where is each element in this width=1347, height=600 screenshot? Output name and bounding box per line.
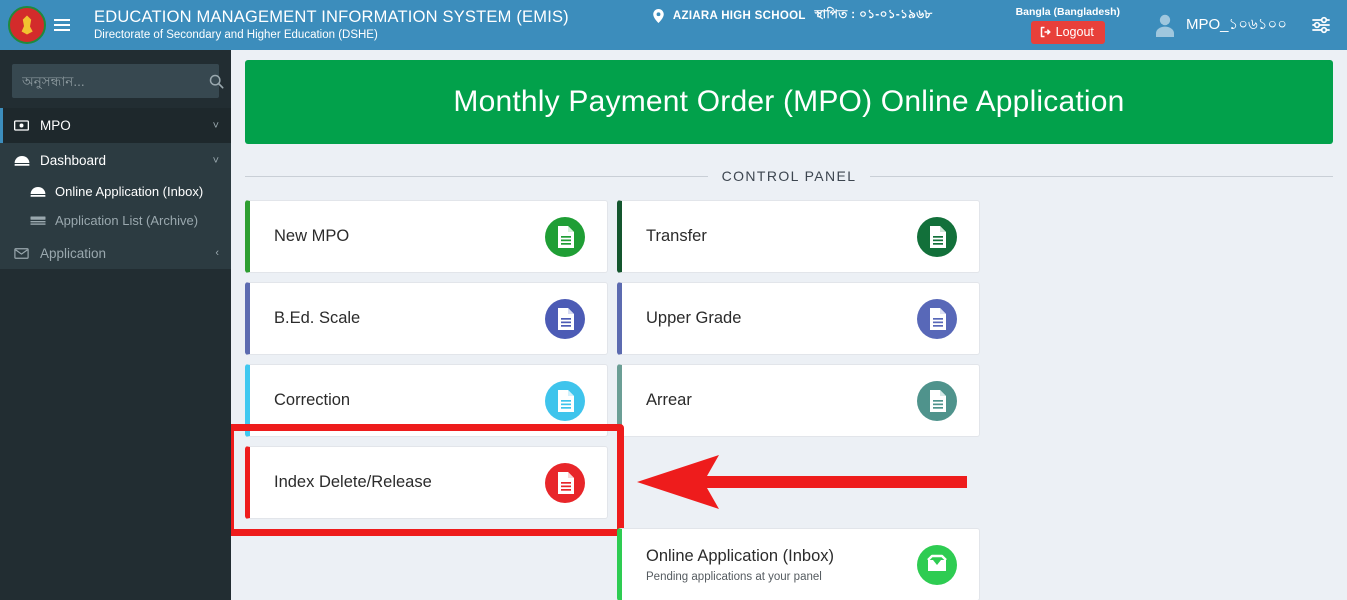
inbox-icon bbox=[916, 544, 958, 586]
card-upper-grade[interactable]: Upper Grade bbox=[617, 282, 980, 355]
card-title: Online Application (Inbox) bbox=[646, 547, 835, 566]
search-input[interactable] bbox=[12, 73, 209, 89]
card-title: Index Delete/Release bbox=[274, 473, 432, 492]
card-transfer[interactable]: Transfer bbox=[617, 200, 980, 273]
bangladesh-government-emblem-icon bbox=[8, 6, 46, 44]
card-arrear[interactable]: Arrear bbox=[617, 364, 980, 437]
document-icon bbox=[544, 216, 586, 258]
logout-icon bbox=[1040, 26, 1051, 38]
control-panel-separator: CONTROL PANEL bbox=[245, 168, 1334, 184]
card-text: Upper Grade bbox=[646, 308, 741, 329]
card-title: Upper Grade bbox=[646, 309, 742, 328]
list-icon bbox=[30, 212, 48, 232]
card-correction[interactable]: Correction bbox=[245, 364, 608, 437]
app-title-block: EDUCATION MANAGEMENT INFORMATION SYSTEM … bbox=[94, 8, 569, 42]
sidebar-item-mpo-label: MPO bbox=[40, 118, 71, 133]
sidebar-subitem-label: Application List (Archive) bbox=[55, 213, 199, 229]
user-name-label: MPO_১০৬১০০ bbox=[1186, 15, 1287, 33]
document-icon bbox=[916, 216, 958, 258]
card-index-delete-release[interactable]: Index Delete/Release bbox=[245, 446, 608, 519]
language-label: Bangla (Bangladesh) bbox=[1015, 6, 1120, 18]
sidebar-search-wrap bbox=[0, 50, 231, 108]
document-icon bbox=[544, 462, 586, 504]
card-bed-scale[interactable]: B.Ed. Scale bbox=[245, 282, 608, 355]
card-subtitle: Pending applications at your panel bbox=[646, 570, 822, 583]
school-established: স্থাপিত : ০১-০১-১৯৬৮ bbox=[814, 7, 933, 21]
avatar-icon bbox=[1156, 14, 1174, 37]
search-icon bbox=[209, 74, 224, 89]
brand-logo bbox=[0, 0, 54, 50]
card-text: Transfer bbox=[646, 226, 707, 247]
hamburger-menu-icon[interactable] bbox=[54, 0, 82, 50]
card-title: B.Ed. Scale bbox=[274, 309, 361, 328]
main-content: Monthly Payment Order (MPO) Online Appli… bbox=[231, 50, 1347, 600]
sidebar-item-online-application-inbox[interactable]: Online Application (Inbox) bbox=[0, 178, 231, 209]
app-title: EDUCATION MANAGEMENT INFORMATION SYSTEM … bbox=[94, 7, 569, 26]
document-icon bbox=[916, 298, 958, 340]
envelope-icon bbox=[14, 248, 31, 259]
search-button[interactable] bbox=[209, 64, 224, 98]
settings-sliders-icon[interactable] bbox=[1311, 15, 1331, 35]
separator-line-left bbox=[245, 175, 708, 177]
logout-label: Logout bbox=[1055, 25, 1094, 39]
sidebar-item-application-list-archive[interactable]: Application List (Archive) bbox=[0, 208, 231, 238]
document-icon bbox=[544, 298, 586, 340]
dashboard-icon bbox=[30, 183, 48, 203]
sidebar-item-application-label: Application bbox=[40, 245, 107, 261]
separator-line-right bbox=[870, 175, 1334, 177]
school-name: AZIARA HIGH SCHOOL bbox=[672, 10, 806, 22]
grid-spacer bbox=[617, 446, 980, 519]
control-panel-label: CONTROL PANEL bbox=[721, 168, 857, 184]
card-online-application-inbox[interactable]: Online Application (Inbox) Pending appli… bbox=[617, 528, 980, 600]
chevron-down-icon: ˅ bbox=[212, 119, 219, 132]
sidebar-item-mpo[interactable]: MPO ˅ bbox=[0, 108, 231, 143]
sidebar-item-application[interactable]: Application ‹ bbox=[0, 237, 231, 270]
document-icon bbox=[544, 380, 586, 422]
sidebar-subitem-label: Online Application (Inbox) bbox=[55, 184, 204, 199]
card-text: B.Ed. Scale bbox=[274, 308, 360, 329]
chevron-down-icon: ˅ bbox=[212, 154, 219, 167]
user-menu[interactable]: MPO_১০৬১০০ bbox=[1154, 13, 1287, 38]
location-pin-icon bbox=[653, 9, 664, 23]
sidebar: MPO ˅ Dashboard ˅ Online Application (In… bbox=[0, 50, 231, 600]
document-icon bbox=[916, 380, 958, 422]
control-panel-grid: New MPO Transfer B.Ed. Scale Upper Grade… bbox=[231, 200, 1333, 600]
highlighted-card-wrapper: Index Delete/Release bbox=[231, 424, 967, 536]
page-banner: Monthly Payment Order (MPO) Online Appli… bbox=[245, 60, 1333, 144]
card-new-mpo[interactable]: New MPO bbox=[245, 200, 608, 273]
card-text: Arrear bbox=[646, 390, 692, 411]
money-icon bbox=[14, 120, 31, 131]
card-title: Transfer bbox=[646, 227, 707, 246]
chevron-left-icon: ‹ bbox=[215, 247, 219, 260]
top-header: EDUCATION MANAGEMENT INFORMATION SYSTEM … bbox=[0, 0, 1347, 50]
card-text: Index Delete/Release bbox=[274, 472, 432, 493]
app-subtitle: Directorate of Secondary and Higher Educ… bbox=[94, 28, 378, 41]
grid-spacer bbox=[245, 528, 608, 600]
card-text: Online Application (Inbox) Pending appli… bbox=[646, 546, 834, 583]
card-title: Correction bbox=[274, 391, 351, 410]
dashboard-icon bbox=[14, 155, 31, 167]
card-text: New MPO bbox=[274, 226, 349, 247]
card-title: New MPO bbox=[274, 227, 350, 246]
search-box bbox=[12, 64, 224, 98]
language-logout-group: Bangla (Bangladesh) Logout bbox=[1016, 6, 1120, 44]
sidebar-item-dashboard[interactable]: Dashboard ˅ bbox=[0, 143, 231, 178]
sidebar-item-dashboard-label: Dashboard bbox=[40, 153, 107, 168]
school-info: AZIARA HIGH SCHOOL স্থাপিত : ০১-০১-১৯৬৮ bbox=[653, 6, 933, 26]
page-title: Monthly Payment Order (MPO) Online Appli… bbox=[453, 85, 1125, 118]
card-text: Correction bbox=[274, 390, 350, 411]
card-title: Arrear bbox=[646, 391, 692, 410]
logout-button[interactable]: Logout bbox=[1030, 21, 1105, 44]
